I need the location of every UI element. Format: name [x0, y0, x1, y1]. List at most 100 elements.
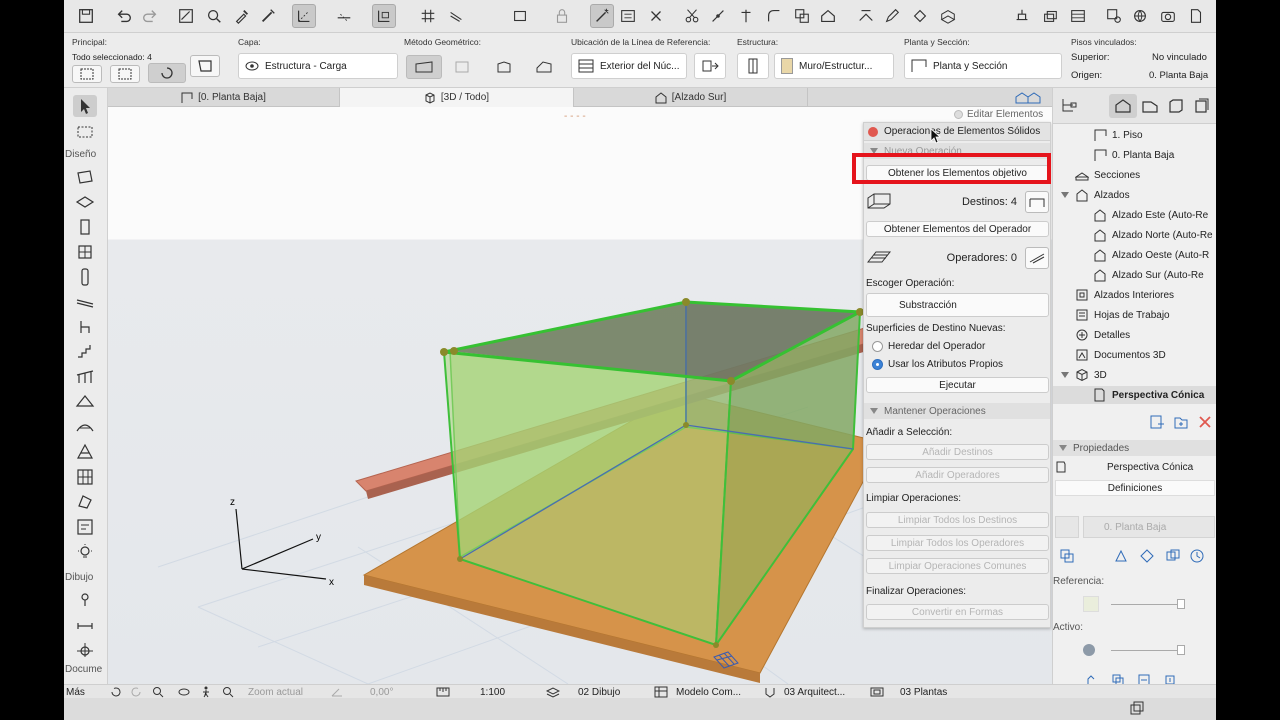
- layout-book-tab[interactable]: [1167, 98, 1185, 117]
- nav-item-detalles[interactable]: Detalles: [1075, 326, 1130, 344]
- nav-item-secciones[interactable]: Secciones: [1075, 166, 1140, 184]
- geometry-straight-button[interactable]: [406, 55, 442, 79]
- document-icon[interactable]: [1184, 4, 1208, 28]
- walls-icon[interactable]: [936, 4, 960, 28]
- select-all-button[interactable]: [72, 65, 102, 83]
- window-tool-icon[interactable]: [73, 241, 97, 263]
- usar-radio[interactable]: [872, 359, 883, 370]
- publisher-sets-tab[interactable]: [1193, 98, 1211, 117]
- grid-snap-icon[interactable]: [416, 4, 440, 28]
- dimension-tool-icon[interactable]: [73, 588, 97, 610]
- tab-3d[interactable]: [3D / Todo]: [340, 88, 574, 107]
- model-view-field[interactable]: Modelo Com...: [676, 685, 741, 699]
- mantener-header[interactable]: Mantener Operaciones: [864, 403, 1050, 419]
- rotate-selection-button[interactable]: [148, 63, 186, 83]
- publisher-icon[interactable]: [1102, 4, 1126, 28]
- origen-value[interactable]: 0. Planta Baja: [1149, 70, 1208, 81]
- curtain-wall-tool-icon[interactable]: [73, 466, 97, 488]
- railing-tool-icon[interactable]: [73, 366, 97, 388]
- nav-item-alzados[interactable]: Alzados: [1061, 186, 1130, 204]
- operation-selector[interactable]: Substracción: [866, 293, 1049, 317]
- walk-icon[interactable]: [200, 685, 212, 699]
- globe-icon[interactable]: [1128, 4, 1152, 28]
- reference-slider[interactable]: [1111, 604, 1181, 605]
- object-tool-icon[interactable]: [73, 316, 97, 338]
- scale-field[interactable]: 1:100: [480, 685, 505, 699]
- redo-view-icon[interactable]: [130, 685, 142, 699]
- clear-operators-button[interactable]: Limpiar Todos los Operadores: [866, 535, 1049, 551]
- plot-field[interactable]: 03 Plantas: [900, 685, 947, 699]
- heredar-radio[interactable]: [872, 341, 883, 352]
- floor-plan-section-button[interactable]: Planta y Sección: [904, 53, 1062, 79]
- edit-elements-toggle[interactable]: Editar Elementos: [954, 107, 1050, 122]
- eyedropper-icon[interactable]: [230, 4, 254, 28]
- skylight-tool-icon[interactable]: [73, 441, 97, 463]
- expand-triangle-icon[interactable]: [1061, 372, 1069, 378]
- shell-tool-icon[interactable]: [73, 416, 97, 438]
- nav-item-alzado-norte-auto-re[interactable]: Alzado Norte (Auto-Re: [1093, 226, 1213, 244]
- close-palette-icon[interactable]: [868, 126, 878, 137]
- pen-set-field[interactable]: 03 Arquitect...: [784, 685, 845, 699]
- trace-icon[interactable]: [444, 4, 468, 28]
- marquee-button[interactable]: [110, 65, 140, 83]
- floor-view-button[interactable]: [1055, 516, 1079, 538]
- slab-tool-icon[interactable]: [73, 191, 97, 213]
- composite-selector[interactable]: Muro/Estructur...: [774, 53, 894, 79]
- column-tool-icon[interactable]: [73, 266, 97, 288]
- guide-line-icon[interactable]: [292, 4, 316, 28]
- new-view-icon[interactable]: [1149, 414, 1165, 433]
- navigator-toggle[interactable]: [808, 88, 1052, 107]
- execute-button[interactable]: Ejecutar: [866, 377, 1049, 393]
- clear-targets-button[interactable]: Limpiar Todos los Destinos: [866, 512, 1049, 528]
- beam-tool-icon[interactable]: [73, 291, 97, 313]
- explode-icon[interactable]: [854, 4, 878, 28]
- properties-header[interactable]: Propiedades: [1053, 440, 1216, 456]
- nav-item-0-planta-baja[interactable]: 0. Planta Baja: [1093, 146, 1174, 164]
- level-dimension-tool-icon[interactable]: [73, 638, 97, 660]
- redo-icon[interactable]: [138, 4, 162, 28]
- zone-tool-icon[interactable]: [73, 516, 97, 538]
- nav-item-alzados-interiores[interactable]: Alzados Interiores: [1075, 286, 1174, 304]
- orbit-icon[interactable]: [178, 685, 190, 699]
- schedule-icon[interactable]: [1066, 4, 1090, 28]
- zoom-level-icon[interactable]: [222, 685, 234, 699]
- palette-title-bar[interactable]: Operaciones de Elementos Sólidos: [864, 123, 1050, 141]
- find-select-icon[interactable]: [202, 4, 226, 28]
- magic-wand-icon[interactable]: [590, 4, 614, 28]
- save-icon[interactable]: [74, 4, 98, 28]
- heredar-option[interactable]: Heredar del Operador: [872, 341, 985, 352]
- door-tool-icon[interactable]: [73, 216, 97, 238]
- reference-line-selector[interactable]: Exterior del Núc...: [571, 53, 687, 79]
- active-swatch[interactable]: [1083, 644, 1095, 656]
- syringe-icon[interactable]: [256, 4, 280, 28]
- active-slider[interactable]: [1111, 650, 1181, 651]
- tab-floor-plan[interactable]: [0. Planta Baja]: [108, 88, 340, 107]
- morph-tool-icon[interactable]: [73, 491, 97, 513]
- get-operators-button[interactable]: Obtener Elementos del Operador: [866, 221, 1049, 237]
- paint-bucket-icon[interactable]: [908, 4, 932, 28]
- flip-reference-button[interactable]: [694, 53, 726, 79]
- undo-view-icon[interactable]: [110, 685, 122, 699]
- lamp-tool-icon[interactable]: [73, 541, 97, 563]
- intersect-icon[interactable]: [790, 4, 814, 28]
- layer-combo-field[interactable]: 02 Dibujo: [578, 685, 620, 699]
- nav-item-documentos-3d[interactable]: Documentos 3D: [1075, 346, 1166, 364]
- rebuild-icon[interactable]: [1139, 548, 1155, 567]
- nav-item-alzado-oeste-auto-r[interactable]: Alzado Oeste (Auto-R: [1093, 246, 1209, 264]
- cross-icon[interactable]: [644, 4, 668, 28]
- marquee-tool-icon[interactable]: [73, 121, 97, 143]
- clear-common-button[interactable]: Limpiar Operaciones Comunes: [866, 558, 1049, 574]
- element-shape-button[interactable]: [190, 55, 220, 77]
- angle-field[interactable]: 0,00°: [370, 685, 393, 699]
- arrow-tool-icon[interactable]: [73, 95, 97, 117]
- reference-swatch[interactable]: [1083, 596, 1099, 612]
- tab-elevation[interactable]: [Alzado Sur]: [574, 88, 808, 107]
- wall-tool-icon[interactable]: [73, 166, 97, 188]
- layer-selector[interactable]: Estructura - Carga: [238, 53, 398, 79]
- convert-to-morphs-button[interactable]: Convertir en Formas: [866, 604, 1049, 620]
- delete-icon[interactable]: [1197, 414, 1213, 433]
- lock-icon[interactable]: [550, 4, 574, 28]
- link-icon[interactable]: [1059, 548, 1075, 567]
- select-targets-button[interactable]: [1025, 191, 1049, 213]
- split-icon[interactable]: [734, 4, 758, 28]
